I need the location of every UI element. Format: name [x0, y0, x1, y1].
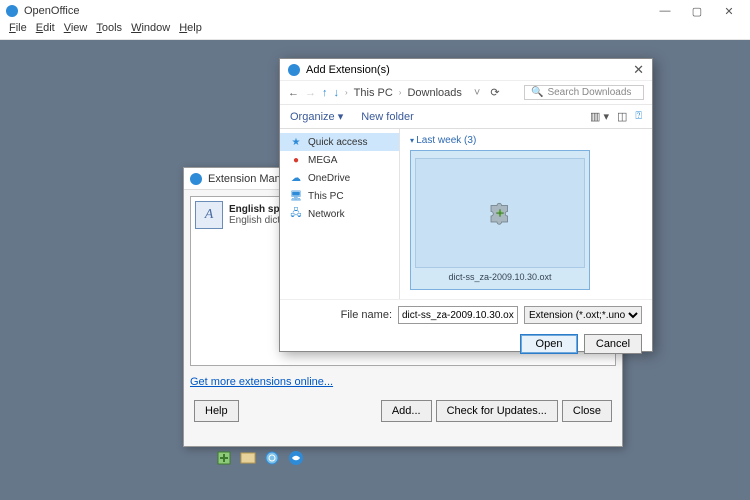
add-button[interactable]: Add...	[381, 400, 432, 422]
breadcrumb-downloads[interactable]: Downloads	[407, 87, 461, 99]
menu-window[interactable]: Window	[128, 22, 173, 39]
file-group-last-week[interactable]: Last week (3)	[410, 135, 642, 146]
open-button[interactable]: Open	[520, 334, 578, 354]
file-dialog: Add Extension(s) ✕ ← → ↑ ↓ › This PC › D…	[279, 58, 653, 352]
sidebar-item-mega[interactable]: ● MEGA	[280, 151, 399, 169]
file-dialog-toolbar: Organize ▾ New folder ▥ ▾ ◫ ⍰	[280, 105, 652, 129]
new-folder-button[interactable]: New folder	[361, 111, 414, 123]
file-dialog-titlebar: Add Extension(s) ✕	[280, 59, 652, 81]
app-icon[interactable]	[288, 450, 304, 466]
breadcrumb-sep-icon: ›	[345, 88, 348, 97]
menu-view[interactable]: View	[61, 22, 91, 39]
view-options-button[interactable]: ▥ ▾	[590, 110, 609, 123]
extension-thumb-icon: A	[195, 201, 223, 229]
search-placeholder: Search Downloads	[547, 87, 631, 98]
sidebar-item-onedrive[interactable]: ☁ OneDrive	[280, 169, 399, 187]
file-label: dict-ss_za-2009.10.30.oxt	[448, 272, 551, 282]
help-button[interactable]: Help	[194, 400, 239, 422]
file-dialog-close-button[interactable]: ✕	[633, 62, 644, 78]
monitor-icon: 🖥	[290, 190, 302, 202]
minimize-button[interactable]: —	[650, 2, 680, 20]
ext-mgr-logo-icon	[190, 173, 202, 185]
help-icon[interactable]: ⍰	[635, 110, 642, 123]
app-titlebar: OpenOffice — ▢ ✕	[0, 0, 750, 22]
search-box[interactable]: 🔍 Search Downloads	[524, 85, 644, 100]
file-item-selected[interactable]: dict-ss_za-2009.10.30.oxt	[410, 150, 590, 290]
mega-icon: ●	[290, 154, 302, 166]
sidebar-label: Network	[308, 209, 345, 220]
add-extension-icon[interactable]	[216, 450, 232, 466]
sidebar-item-quick-access[interactable]: ★ Quick access	[280, 133, 399, 151]
refresh-button[interactable]: ⟳	[490, 86, 499, 99]
menubar: FFileile Edit View Tools Window Help	[0, 22, 750, 40]
breadcrumb-chevron-icon[interactable]: ˅	[474, 87, 480, 99]
menu-edit[interactable]: Edit	[33, 22, 58, 39]
puzzle-icon	[485, 198, 515, 228]
cloud-icon: ☁	[290, 172, 302, 184]
menu-help[interactable]: Help	[176, 22, 205, 39]
nav-back-button[interactable]: ←	[288, 87, 299, 99]
file-dialog-nav: ← → ↑ ↓ › This PC › Downloads ˅ ⟳ 🔍 Sear…	[280, 81, 652, 105]
sidebar-item-network[interactable]: 🖧 Network	[280, 205, 399, 223]
start-center-icons	[216, 450, 304, 466]
cancel-button[interactable]: Cancel	[584, 334, 642, 354]
sidebar-label: This PC	[308, 191, 344, 202]
close-button[interactable]: ✕	[714, 2, 744, 20]
templates-icon[interactable]	[240, 450, 256, 466]
network-icon: 🖧	[290, 208, 302, 220]
menu-file[interactable]: FFileile	[6, 22, 30, 39]
file-dialog-sidebar: ★ Quick access ● MEGA ☁ OneDrive 🖥 This PC 🖧…	[280, 129, 400, 299]
sidebar-label: OneDrive	[308, 173, 350, 184]
sidebar-label: MEGA	[308, 155, 337, 166]
nav-dropdown-icon[interactable]: ↓	[334, 87, 340, 99]
update-icon[interactable]	[264, 450, 280, 466]
file-dialog-title: Add Extension(s)	[306, 64, 390, 76]
file-thumbnail	[415, 158, 585, 268]
preview-pane-button[interactable]: ◫	[617, 110, 627, 123]
check-updates-button[interactable]: Check for Updates...	[436, 400, 558, 422]
sidebar-item-this-pc[interactable]: 🖥 This PC	[280, 187, 399, 205]
star-icon: ★	[290, 136, 302, 148]
breadcrumb-this-pc[interactable]: This PC	[354, 87, 393, 99]
get-more-extensions-link[interactable]: Get more extensions online...	[190, 376, 616, 388]
nav-up-button[interactable]: ↑	[322, 87, 328, 99]
maximize-button[interactable]: ▢	[682, 2, 712, 20]
filename-label: File name:	[341, 309, 392, 321]
filename-input[interactable]	[398, 306, 518, 324]
sidebar-label: Quick access	[308, 137, 367, 148]
nav-forward-button[interactable]: →	[305, 87, 316, 99]
app-title: OpenOffice	[24, 5, 79, 17]
menu-tools[interactable]: Tools	[93, 22, 125, 39]
search-icon: 🔍	[531, 87, 543, 98]
app-logo-icon	[6, 5, 18, 17]
file-dialog-logo-icon	[288, 64, 300, 76]
close-ext-mgr-button[interactable]: Close	[562, 400, 612, 422]
file-dialog-footer: File name: Extension (*.oxt;*.uno.pkg;*.…	[280, 299, 652, 360]
breadcrumb-sep-icon: ›	[399, 88, 402, 97]
file-dialog-main: Last week (3) dict-ss_za-2009.10.30.oxt	[400, 129, 652, 299]
filetype-select[interactable]: Extension (*.oxt;*.uno.pkg;*.zip	[524, 306, 642, 324]
organize-button[interactable]: Organize ▾	[290, 110, 343, 123]
